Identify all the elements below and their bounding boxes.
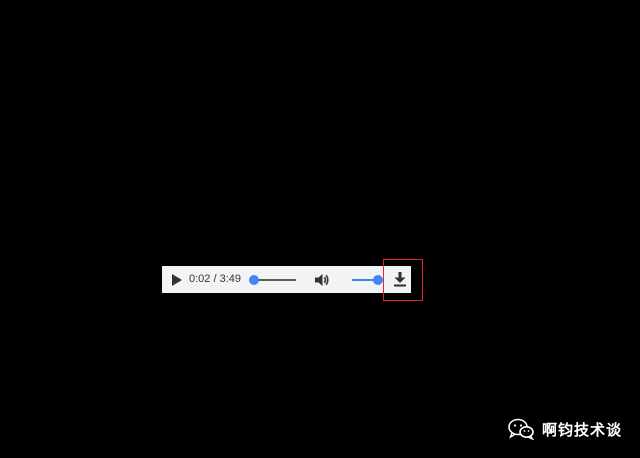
mute-button[interactable]	[313, 271, 331, 289]
time-separator: /	[210, 273, 220, 285]
seek-thumb[interactable]	[249, 275, 260, 285]
volume-slider[interactable]	[352, 274, 383, 286]
duration: 3:49	[219, 273, 242, 285]
current-time: 0:02	[189, 273, 211, 285]
volume-icon	[315, 274, 329, 286]
download-icon	[394, 272, 406, 287]
play-button[interactable]	[170, 273, 184, 287]
time-display: 0:02 / 3:49	[189, 273, 241, 286]
volume-thumb[interactable]	[373, 275, 383, 285]
seek-slider[interactable]	[249, 274, 296, 286]
watermark: 啊钧技术谈	[508, 418, 622, 440]
play-icon	[172, 274, 182, 286]
screen: 0:02 / 3:49 啊钧技术谈	[0, 0, 640, 458]
wechat-icon	[508, 418, 534, 440]
audio-player: 0:02 / 3:49	[162, 266, 411, 293]
watermark-text: 啊钧技术谈	[541, 420, 622, 439]
download-button[interactable]	[391, 270, 409, 288]
